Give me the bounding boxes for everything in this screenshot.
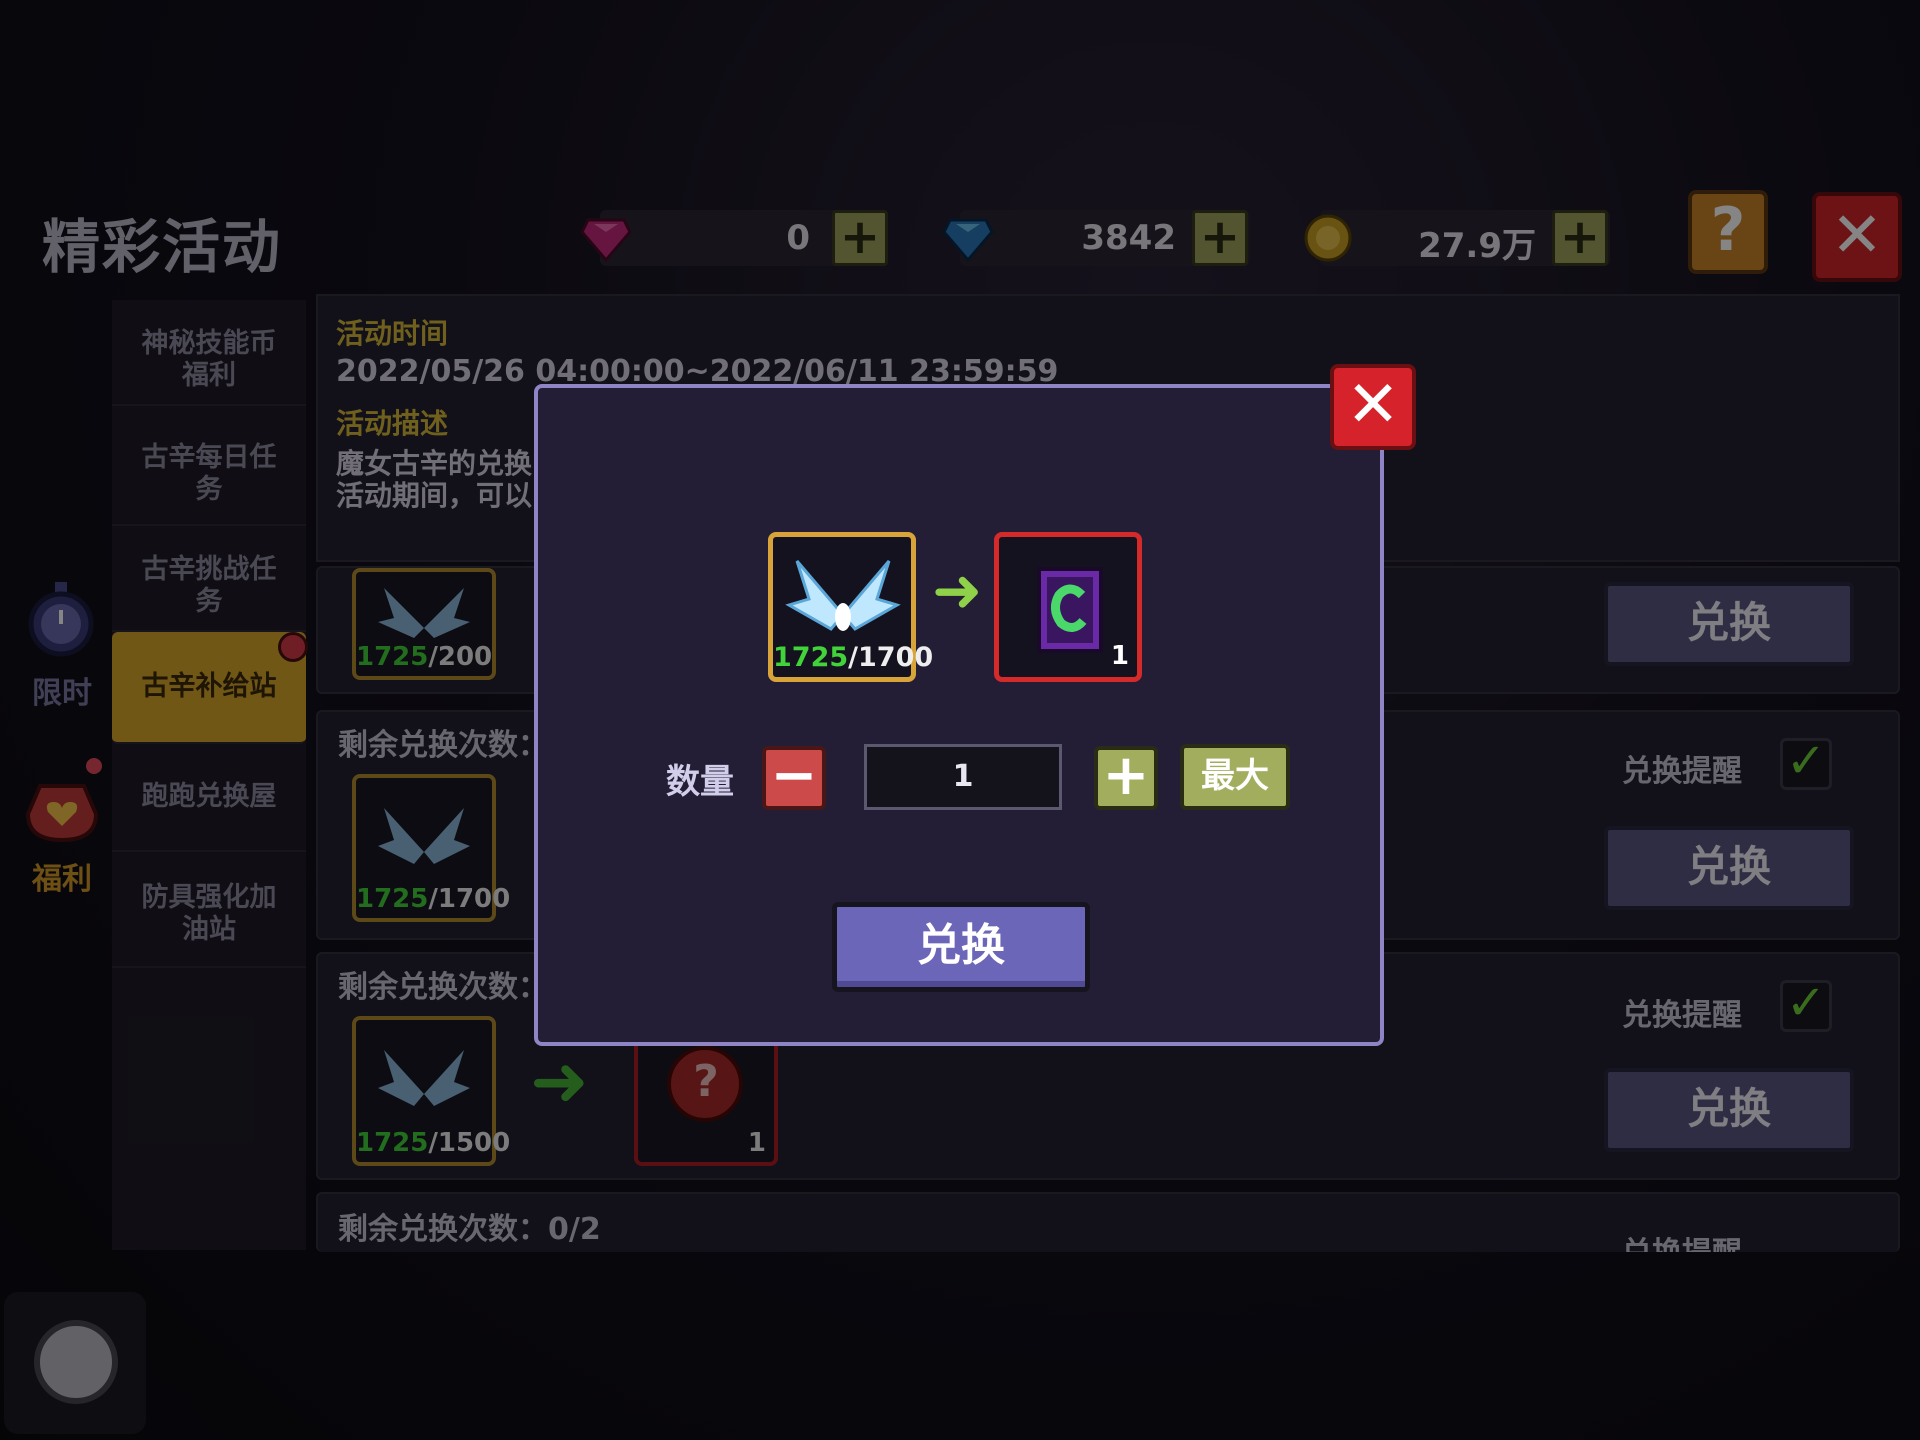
quantity-label: 数量 (666, 762, 734, 802)
wings-icon (785, 560, 901, 631)
increase-button[interactable]: + (1094, 746, 1158, 810)
max-button[interactable]: 最大 (1180, 744, 1290, 810)
exchange-dialog: 1725/1700 ➜ 1 数量 − 1 + 最大 兑换 (534, 384, 1384, 1046)
skill-book-icon (1037, 567, 1103, 653)
confirm-exchange-button[interactable]: 兑换 (832, 902, 1090, 992)
reward-count: 1 (1110, 641, 1129, 671)
dialog-close-button[interactable]: ✕ (1330, 364, 1416, 450)
quantity-input[interactable]: 1 (864, 744, 1062, 810)
arrow-icon: ➜ (932, 556, 983, 626)
reward-item-slot: 1 (994, 532, 1142, 682)
cost-item-slot: 1725/1700 (768, 532, 934, 682)
cost-item-count: 1725/1700 (773, 642, 934, 673)
decrease-button[interactable]: − (762, 746, 826, 810)
